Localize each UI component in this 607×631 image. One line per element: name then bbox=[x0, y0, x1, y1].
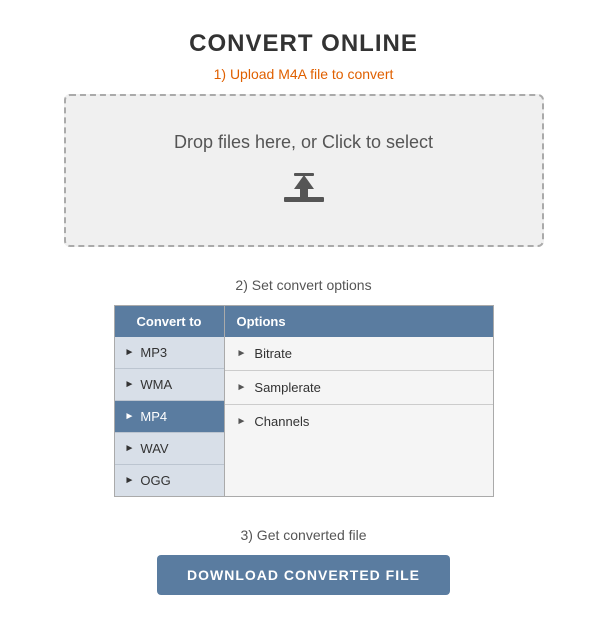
format-item-mp4[interactable]: ► MP4 bbox=[115, 401, 224, 433]
format-sidebar: Convert to ► MP3 ► WMA ► MP4 ► WAV ► OGG bbox=[115, 306, 225, 496]
option-samplerate[interactable]: ► Samplerate bbox=[225, 371, 493, 405]
format-sidebar-header: Convert to bbox=[115, 306, 224, 337]
option-bitrate[interactable]: ► Bitrate bbox=[225, 337, 493, 371]
format-item-ogg[interactable]: ► OGG bbox=[115, 465, 224, 496]
convert-panel: Convert to ► MP3 ► WMA ► MP4 ► WAV ► OGG… bbox=[114, 305, 494, 497]
options-header: Options bbox=[225, 306, 493, 337]
format-item-wav[interactable]: ► WAV bbox=[115, 433, 224, 465]
arrow-icon: ► bbox=[125, 475, 135, 486]
format-item-wma[interactable]: ► WMA bbox=[115, 369, 224, 401]
format-item-mp3[interactable]: ► MP3 bbox=[115, 337, 224, 369]
dropzone-text: Drop files here, or Click to select bbox=[174, 132, 433, 153]
step2-label: 2) Set convert options bbox=[235, 277, 371, 293]
page-title: CONVERT ONLINE bbox=[189, 30, 418, 58]
options-panel: Options ► Bitrate ► Samplerate ► Channel… bbox=[225, 306, 493, 496]
upload-icon bbox=[280, 169, 328, 209]
arrow-icon: ► bbox=[237, 348, 247, 359]
download-converted-button[interactable]: DOWNLOAD CONVERTED FILE bbox=[157, 555, 450, 595]
arrow-icon: ► bbox=[237, 382, 247, 393]
arrow-icon: ► bbox=[125, 443, 135, 454]
step3-label: 3) Get converted file bbox=[240, 527, 366, 543]
arrow-icon: ► bbox=[125, 411, 135, 422]
file-dropzone[interactable]: Drop files here, or Click to select bbox=[64, 94, 544, 247]
arrow-icon: ► bbox=[237, 416, 247, 427]
arrow-icon: ► bbox=[125, 347, 135, 358]
option-channels[interactable]: ► Channels bbox=[225, 405, 493, 438]
arrow-icon: ► bbox=[125, 379, 135, 390]
step1-label: 1) Upload M4A file to convert bbox=[214, 66, 394, 82]
